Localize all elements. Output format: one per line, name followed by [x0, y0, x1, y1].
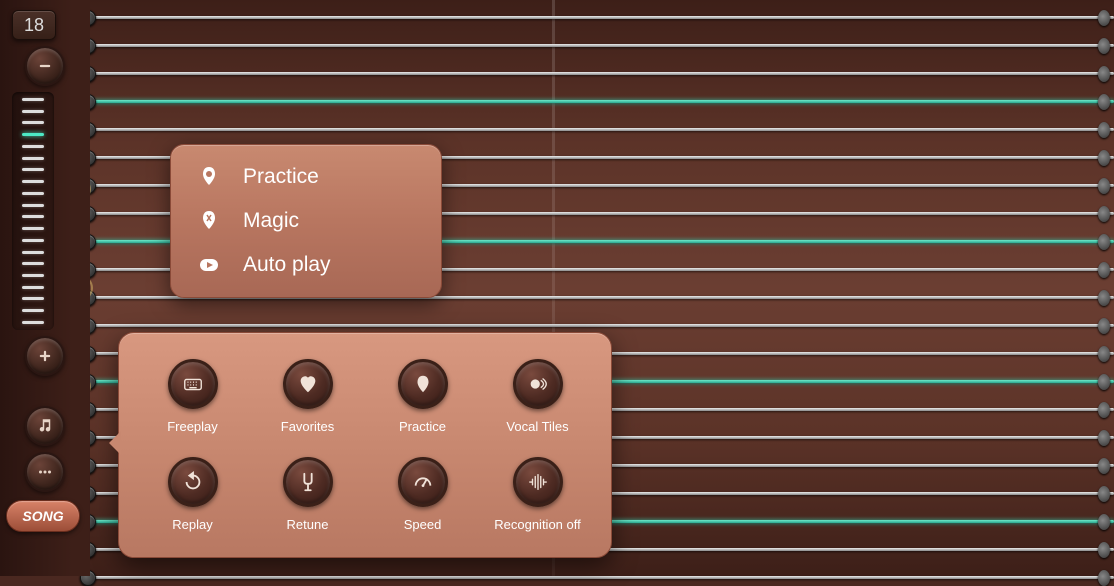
grid-item-tuningfork[interactable]: Retune — [254, 449, 361, 539]
pick-spark-icon — [195, 207, 223, 235]
string-loop — [1098, 234, 1110, 250]
string-count-badge: 18 — [12, 10, 56, 40]
grid-item-label: Practice — [399, 419, 446, 434]
string-loop — [1098, 262, 1110, 278]
grid-item-pick[interactable]: Practice — [369, 351, 476, 441]
grid-item-label: Speed — [404, 517, 442, 532]
vocal-icon — [513, 359, 563, 409]
tuningfork-icon — [283, 457, 333, 507]
play-icon — [195, 251, 223, 279]
grid-item-label: Replay — [172, 517, 212, 532]
string[interactable] — [88, 576, 1114, 579]
waveform-icon — [513, 457, 563, 507]
string-loop — [1098, 10, 1110, 26]
string-loop — [1098, 66, 1110, 82]
string[interactable] — [88, 44, 1114, 47]
grid-item-vocal[interactable]: Vocal Tiles — [484, 351, 591, 441]
keyboard-icon — [168, 359, 218, 409]
slider-tick — [22, 157, 44, 160]
options-popup-grid: Freeplay Favorites Practice Vocal Tiles Repl… — [118, 332, 612, 558]
string-loop — [1098, 178, 1110, 194]
menu-item-label: Practice — [243, 165, 319, 189]
string-loop — [1098, 402, 1110, 418]
replay-icon — [168, 457, 218, 507]
string[interactable] — [88, 16, 1114, 19]
menu-item-magic[interactable]: Magic — [171, 199, 441, 243]
string-loop — [1098, 122, 1110, 138]
heart-icon — [283, 359, 333, 409]
pick-icon — [398, 359, 448, 409]
menu-item-autoplay[interactable]: Auto play — [171, 243, 441, 287]
grid-item-label: Freeplay — [167, 419, 218, 434]
slider-tick — [22, 286, 44, 289]
left-sidebar: 18 SONG — [0, 0, 90, 576]
string-loop — [1098, 542, 1110, 558]
string-loop — [1098, 38, 1110, 54]
grid-item-replay[interactable]: Replay — [139, 449, 246, 539]
slider-tick — [22, 239, 44, 242]
string-loop — [1098, 290, 1110, 306]
string-loop — [1098, 206, 1110, 222]
mode-popup-menu: Practice Magic Auto play — [170, 144, 442, 298]
slider-tick — [22, 98, 44, 101]
grid-item-label: Favorites — [281, 419, 334, 434]
grid-item-waveform[interactable]: Recognition off — [484, 449, 591, 539]
slider-tick — [22, 110, 44, 113]
grid-item-label: Vocal Tiles — [506, 419, 568, 434]
menu-item-label: Magic — [243, 209, 299, 233]
grid-item-gauge[interactable]: Speed — [369, 449, 476, 539]
slider-tick — [22, 274, 44, 277]
string-loop — [1098, 318, 1110, 334]
string[interactable] — [88, 72, 1114, 75]
slider-tick — [22, 121, 44, 124]
string[interactable] — [88, 128, 1114, 131]
music-button[interactable] — [25, 406, 65, 446]
slider-tick — [22, 168, 44, 171]
slider-tick — [22, 133, 44, 136]
grid-item-heart[interactable]: Favorites — [254, 351, 361, 441]
slider-tick — [22, 192, 44, 195]
grid-item-keyboard[interactable]: Freeplay — [139, 351, 246, 441]
volume-slider[interactable] — [12, 92, 54, 330]
menu-item-label: Auto play — [243, 253, 331, 277]
menu-item-practice[interactable]: Practice — [171, 155, 441, 199]
slider-tick — [22, 297, 44, 300]
minus-button[interactable] — [25, 46, 65, 86]
slider-tick — [22, 262, 44, 265]
string-loop — [1098, 430, 1110, 446]
string-loop — [1098, 570, 1110, 586]
plus-button[interactable] — [25, 336, 65, 376]
song-button[interactable]: SONG — [6, 500, 80, 532]
string[interactable] — [88, 100, 1114, 103]
string[interactable] — [88, 324, 1114, 327]
slider-tick — [22, 180, 44, 183]
string-loop — [1098, 94, 1110, 110]
string-loop — [1098, 486, 1110, 502]
pick-mic-icon — [195, 163, 223, 191]
more-button[interactable] — [25, 452, 65, 492]
string-loop — [1098, 346, 1110, 362]
gauge-icon — [398, 457, 448, 507]
string-loop — [1098, 150, 1110, 166]
slider-tick — [22, 227, 44, 230]
slider-tick — [22, 309, 44, 312]
slider-tick — [22, 321, 44, 324]
string-loop — [1098, 458, 1110, 474]
slider-tick — [22, 215, 44, 218]
string-loop — [1098, 514, 1110, 530]
slider-tick — [22, 251, 44, 254]
slider-tick — [22, 204, 44, 207]
slider-tick — [22, 145, 44, 148]
grid-item-label: Recognition off — [494, 517, 581, 532]
grid-item-label: Retune — [287, 517, 329, 532]
string-loop — [1098, 374, 1110, 390]
